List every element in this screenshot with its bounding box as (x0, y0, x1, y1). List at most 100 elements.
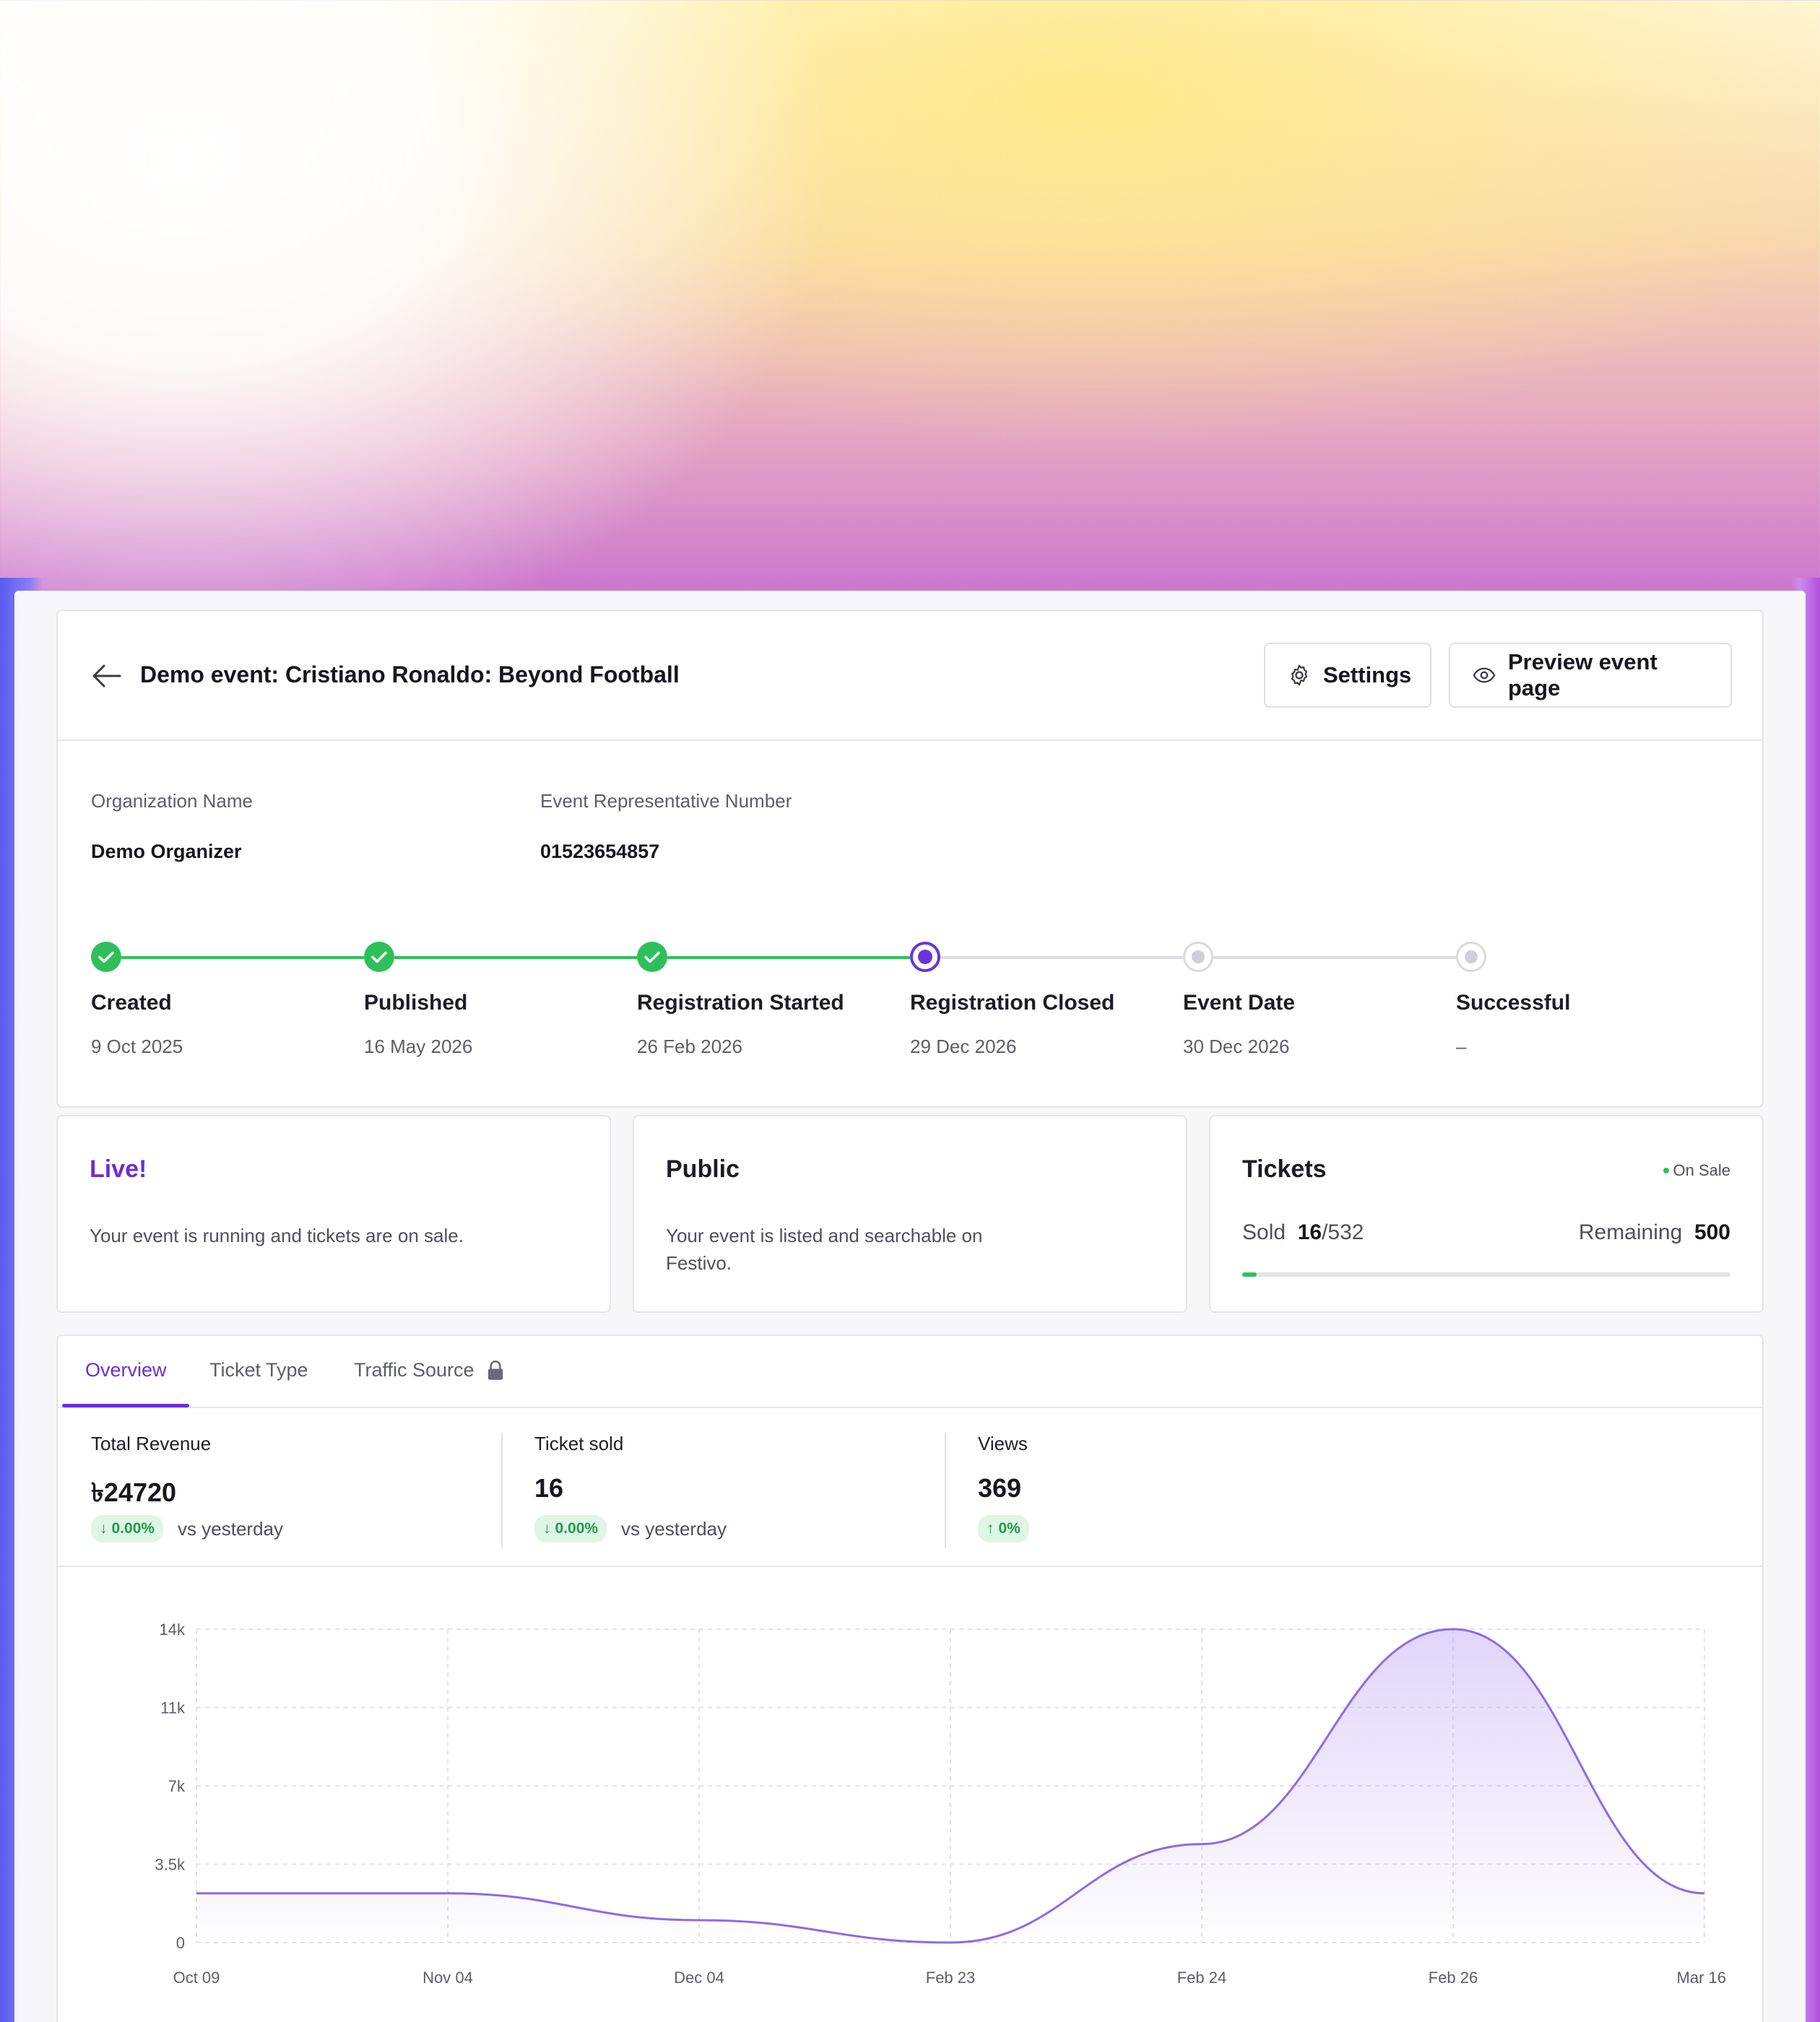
y-tick-label: 3.5k (155, 1856, 186, 1874)
delta-badge: ↑ 0% (978, 1515, 1029, 1542)
metric-value: 369 (978, 1473, 1022, 1503)
delta-badge: ↓ 0.00% (91, 1515, 164, 1542)
delta-value: 0.00% (111, 1520, 155, 1537)
on-sale-badge: On Sale (1663, 1161, 1731, 1180)
active-tab-indicator (62, 1404, 189, 1407)
step-name: Created (91, 991, 172, 1015)
lock-icon (488, 1360, 503, 1380)
metric-label: Total Revenue (91, 1433, 212, 1454)
step-connector (394, 956, 637, 959)
arrow-down-icon: ↓ (100, 1520, 108, 1537)
step-connector (667, 956, 910, 959)
dashboard-panel: Demo event: Cristiano Ronaldo: Beyond Fo… (14, 591, 1806, 2022)
x-tick-label: Oct 09 (173, 1969, 220, 1987)
delta-comparison: vs yesterday (178, 1517, 283, 1540)
metric-label: Views (978, 1433, 1028, 1454)
step-connector (1213, 956, 1456, 959)
preview-event-page-button[interactable]: Preview event page (1449, 643, 1732, 708)
tickets-summary: Sold 16/532 Remaining 500 (1242, 1220, 1730, 1245)
public-status-description: Your event is listed and searchable on F… (666, 1225, 983, 1274)
page-title: Demo event: Cristiano Ronaldo: Beyond Fo… (140, 661, 680, 687)
event-header-card: Demo event: Cristiano Ronaldo: Beyond Fo… (56, 609, 1764, 1108)
x-tick-label: Feb 23 (926, 1969, 976, 1987)
delta-value: 0.00% (555, 1520, 599, 1537)
sold-label: Sold (1242, 1220, 1286, 1244)
step-name: Registration Closed (910, 991, 1115, 1015)
tab-overview-label: Overview (85, 1359, 167, 1381)
tickets-title: Tickets (1242, 1155, 1327, 1183)
back-arrow-icon[interactable] (91, 663, 121, 689)
event-header-bar: Demo event: Cristiano Ronaldo: Beyond Fo… (58, 611, 1762, 741)
tickets-remaining: Remaining 500 (1579, 1220, 1730, 1245)
y-tick-label: 14k (160, 1620, 186, 1639)
on-sale-label: On Sale (1673, 1161, 1731, 1179)
tab-ticket-type[interactable]: Ticket Type (209, 1359, 308, 1381)
step-dot-icon (1183, 942, 1213, 972)
live-status-title: Live! (90, 1155, 147, 1183)
tab-ticket-type-label: Ticket Type (209, 1359, 308, 1381)
tab-overview[interactable]: Overview (85, 1359, 167, 1381)
remaining-count: 500 (1694, 1220, 1730, 1244)
step-date: 9 Oct 2025 (91, 1036, 183, 1057)
step-date: 16 May 2026 (364, 1036, 473, 1057)
tickets-progress-bar (1242, 1272, 1730, 1277)
tickets-card: Tickets On Sale Sold 16/532 Remaining 50… (1209, 1115, 1764, 1313)
arrow-down-icon: ↓ (543, 1520, 551, 1537)
step-name: Successful (1456, 991, 1571, 1015)
check-circle-icon (91, 942, 121, 972)
step-date: 30 Dec 2026 (1183, 1036, 1290, 1057)
delta-comparison: vs yesterday (621, 1517, 727, 1540)
step-name: Registration Started (637, 991, 844, 1015)
settings-button[interactable]: Settings (1264, 643, 1431, 708)
check-circle-icon (637, 942, 667, 972)
preview-label: Preview event page (1508, 649, 1658, 700)
metrics-row: Total Revenue ৳24720 ↓ 0.00% vs yesterday Tic… (58, 1408, 1762, 1567)
arrow-up-icon: ↑ (987, 1520, 994, 1537)
sold-count: 16 (1297, 1220, 1322, 1244)
overview-tabs: Overview Ticket Type Traffic Source (58, 1336, 1762, 1408)
live-status-description: Your event is running and tickets are on… (90, 1225, 464, 1246)
settings-label: Settings (1323, 662, 1412, 687)
step-date: 26 Feb 2026 (637, 1036, 743, 1057)
step-name: Event Date (1183, 991, 1296, 1015)
metric-divider (501, 1433, 503, 1548)
overview-card: Overview Ticket Type Traffic Source Tota… (56, 1335, 1764, 2022)
event-progress-stepper: Created 9 Oct 2025 Published 16 May 2026 Reg… (91, 940, 1738, 1085)
tickets-progress-fill (1242, 1272, 1257, 1277)
live-status-card: Live! Your event is running and tickets … (56, 1115, 611, 1313)
step-dot-icon (910, 942, 940, 972)
remaining-label: Remaining (1578, 1220, 1683, 1244)
metric-delta: ↑ 0% (978, 1515, 1029, 1542)
x-tick-label: Mar 16 (1677, 1969, 1726, 1987)
x-tick-label: Feb 24 (1177, 1969, 1227, 1987)
org-name-value: Demo Organizer (91, 841, 242, 862)
tickets-sold: Sold 16/532 (1242, 1220, 1364, 1245)
org-name-label: Organization Name (91, 790, 253, 812)
public-status-card: Public Your event is listed and searchab… (633, 1115, 1187, 1313)
rep-number-value: 01523654857 (540, 841, 660, 862)
step-connector (121, 956, 364, 959)
eye-icon (1473, 667, 1496, 683)
rep-number-label: Event Representative Number (540, 790, 792, 812)
metric-divider (945, 1433, 946, 1548)
y-tick-label: 11k (160, 1699, 186, 1717)
x-tick-label: Nov 04 (422, 1969, 473, 1987)
metric-label: Ticket sold (534, 1433, 624, 1454)
x-tick-label: Feb 26 (1429, 1969, 1478, 1987)
metric-value: 16 (534, 1473, 564, 1503)
tab-traffic-source[interactable]: Traffic Source (354, 1359, 505, 1381)
metric-delta: ↓ 0.00% vs yesterday (534, 1515, 727, 1542)
public-status-title: Public (666, 1155, 740, 1183)
step-dot-icon (1456, 942, 1486, 972)
x-tick-label: Dec 04 (674, 1969, 724, 1987)
step-date: 29 Dec 2026 (910, 1036, 1017, 1057)
step-date: – (1456, 1036, 1467, 1057)
revenue-area-chart: 0 3.5k 7k 11k 14k Oct 09 Nov 04 Dec 04 Feb 23 Feb… (155, 1620, 1726, 1987)
step-connector (940, 956, 1183, 959)
y-tick-label: 7k (168, 1777, 186, 1795)
gear-icon (1291, 664, 1308, 686)
y-tick-label: 0 (176, 1934, 185, 1952)
delta-badge: ↓ 0.00% (534, 1515, 607, 1542)
delta-value: 0% (998, 1520, 1020, 1537)
check-circle-icon (364, 942, 394, 972)
